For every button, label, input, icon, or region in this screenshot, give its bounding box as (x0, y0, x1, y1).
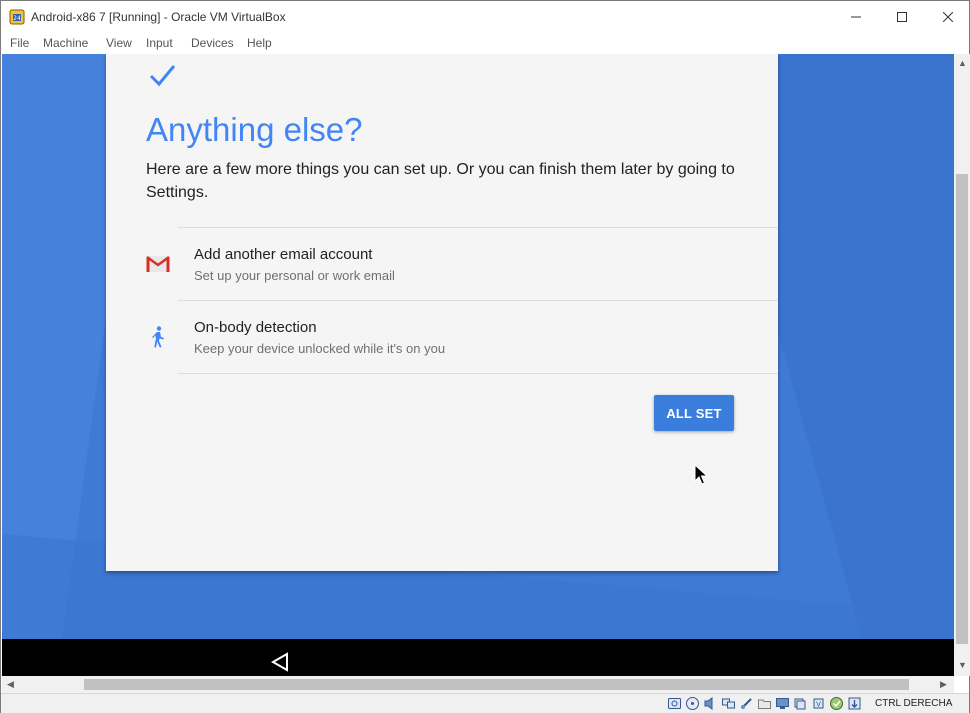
scroll-down-icon[interactable]: ▼ (958, 660, 967, 670)
menu-input[interactable]: Input (146, 36, 173, 50)
mouse-cursor-icon (694, 464, 708, 485)
checkmark-icon (149, 65, 176, 87)
audio-icon[interactable] (703, 696, 718, 711)
maximize-button[interactable] (879, 1, 925, 33)
window-title: Android-x86 7 [Running] - Oracle VM Virt… (31, 10, 286, 24)
status-bar: V CTRL DERECHA (1, 693, 969, 713)
optical-drive-icon[interactable] (685, 696, 700, 711)
scroll-right-icon[interactable]: ▶ (940, 679, 947, 690)
svg-text:V: V (816, 701, 821, 709)
shared-folders-icon[interactable] (757, 696, 772, 711)
host-key-label[interactable]: CTRL DERECHA (875, 698, 952, 709)
virtualbox-icon: 24 (9, 9, 25, 25)
horizontal-scrollbar[interactable]: ◀ ▶ (2, 676, 954, 693)
vertical-scroll-thumb[interactable] (956, 174, 968, 644)
menu-machine[interactable]: Machine (43, 36, 88, 50)
option-subtitle: Keep your device unlocked while it's on … (194, 341, 446, 356)
usb-icon[interactable] (739, 696, 754, 711)
menu-help[interactable]: Help (247, 36, 272, 50)
virtualbox-window: 24 Android-x86 7 [Running] - Oracle VM V… (0, 0, 970, 713)
minimize-button[interactable] (833, 1, 879, 33)
horizontal-scroll-thumb[interactable] (84, 679, 909, 690)
minimize-icon (851, 16, 861, 18)
option-subtitle: Set up your personal or work email (194, 268, 395, 283)
menu-file[interactable]: File (10, 36, 29, 50)
option-on-body-detection[interactable]: On-body detection Keep your device unloc… (106, 301, 778, 373)
android-nav-bar (2, 639, 954, 676)
vm-display[interactable]: Anything else? Here are a few more thing… (2, 54, 954, 676)
vertical-scrollbar[interactable]: ▲ ▼ (954, 54, 970, 676)
video-capture-icon[interactable] (793, 696, 808, 711)
scroll-left-icon[interactable]: ◀ (7, 679, 14, 690)
walking-person-icon (152, 326, 164, 348)
title-bar: 24 Android-x86 7 [Running] - Oracle VM V… (1, 1, 969, 33)
scroll-up-icon[interactable]: ▲ (958, 58, 967, 68)
menu-devices[interactable]: Devices (191, 36, 234, 50)
close-icon (943, 12, 953, 22)
device-status-icons: V (667, 696, 862, 712)
gmail-icon (146, 255, 170, 272)
cpu-icon[interactable]: V (811, 696, 826, 711)
maximize-icon (897, 12, 907, 22)
option-title: On-body detection (194, 319, 317, 336)
close-button[interactable] (925, 1, 970, 33)
back-icon[interactable] (270, 652, 290, 672)
hard-disk-icon[interactable] (667, 696, 682, 711)
divider (178, 373, 778, 374)
option-title: Add another email account (194, 246, 373, 263)
menu-view[interactable]: View (106, 36, 132, 50)
menu-bar: File Machine View Input Devices Help (1, 33, 969, 54)
page-title: Anything else? (146, 111, 363, 148)
display-icon[interactable] (775, 696, 790, 711)
network-icon[interactable] (721, 696, 736, 711)
page-description: Here are a few more things you can set u… (146, 161, 735, 201)
mouse-integration-icon[interactable] (847, 696, 862, 711)
setup-card: Anything else? Here are a few more thing… (106, 54, 778, 571)
option-add-email[interactable]: Add another email account Set up your pe… (106, 228, 778, 300)
all-set-button[interactable]: ALL SET (654, 395, 734, 431)
svg-text:24: 24 (13, 15, 21, 22)
guest-additions-icon[interactable] (829, 696, 844, 711)
